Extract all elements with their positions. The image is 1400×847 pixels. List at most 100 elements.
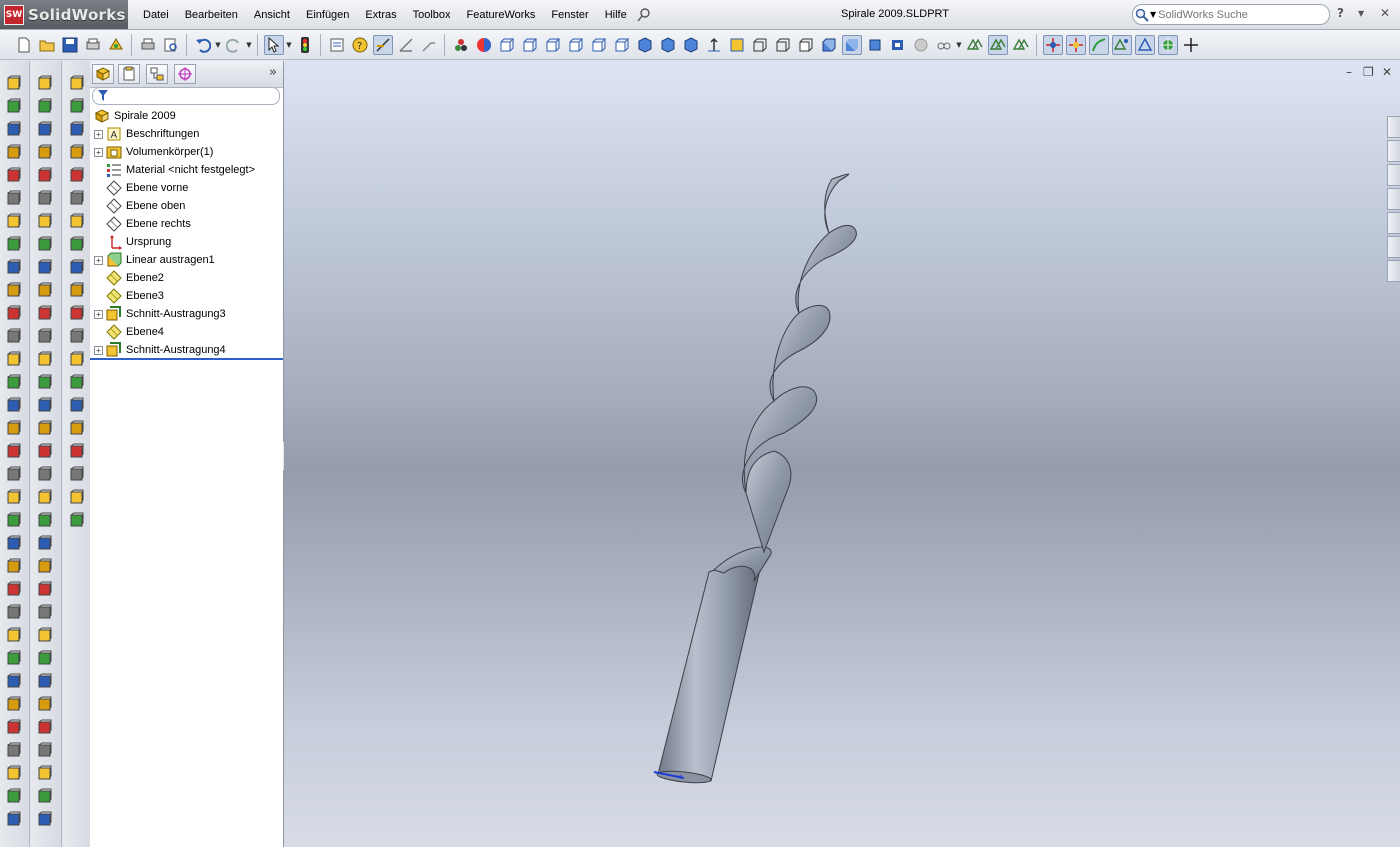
rectangle-tool-icon[interactable] (35, 809, 55, 829)
new-document-icon[interactable] (14, 35, 34, 55)
view-front-icon[interactable] (497, 35, 517, 55)
fillet-icon[interactable] (4, 441, 24, 461)
trim-tool-icon[interactable] (35, 464, 55, 484)
extruded-cut-icon[interactable] (4, 625, 24, 645)
menu-featureworks[interactable]: FeatureWorks (459, 9, 544, 21)
mate-reference-icon[interactable] (67, 280, 87, 300)
tab-featuremanager[interactable] (92, 64, 114, 84)
axis-tool-icon[interactable] (67, 326, 87, 346)
view-isometric-icon[interactable] (635, 35, 655, 55)
extruded-cut-icon[interactable] (4, 395, 24, 415)
tree-node[interactable]: + Linear austragen1 (94, 251, 215, 269)
expand-toggle-icon[interactable]: + (94, 309, 103, 319)
shell-icon[interactable] (4, 257, 24, 277)
tree-node[interactable]: Ebene vorne (94, 179, 188, 197)
view-planes-icon[interactable] (965, 35, 985, 55)
search-box[interactable]: ▼ (1132, 4, 1330, 25)
coordinate-system-icon[interactable] (67, 234, 87, 254)
undo-dropdown-icon[interactable]: ▼ (214, 41, 222, 49)
shell-icon[interactable] (4, 717, 24, 737)
fillet-icon[interactable] (4, 671, 24, 691)
tree-node[interactable]: Ebene4 (94, 323, 164, 341)
view-top-icon[interactable] (589, 35, 609, 55)
smart-dimension-icon[interactable] (372, 34, 393, 55)
redo-icon[interactable] (224, 35, 244, 55)
expand-toggle-icon[interactable]: + (94, 345, 103, 355)
help-dropdown-icon[interactable]: ▼ (1358, 9, 1364, 18)
chamfer-icon[interactable] (4, 694, 24, 714)
revolve-boss-icon[interactable] (4, 786, 24, 806)
extrude-boss-icon[interactable] (4, 303, 24, 323)
expand-toggle-icon[interactable]: + (94, 147, 103, 157)
hidden-lines-removed-icon[interactable] (796, 35, 816, 55)
mirror-tool-icon[interactable] (35, 717, 55, 737)
revolve-boss-icon[interactable] (4, 326, 24, 346)
view-dimetric-icon[interactable] (681, 35, 701, 55)
help-button[interactable]: ? (1337, 6, 1344, 20)
spline-tool-icon[interactable] (35, 418, 55, 438)
save-icon[interactable] (60, 35, 80, 55)
menu-hilfe[interactable]: Hilfe (597, 9, 635, 21)
view-origins-icon[interactable] (1042, 34, 1063, 55)
tree-filter-input[interactable] (92, 87, 280, 105)
coordinate-system-icon[interactable] (67, 464, 87, 484)
mirror-tool-icon[interactable] (35, 487, 55, 507)
trim-tool-icon[interactable] (35, 234, 55, 254)
arc-tool-icon[interactable] (35, 165, 55, 185)
draft-icon[interactable] (4, 740, 24, 760)
menu-toolbox[interactable]: Toolbox (405, 9, 459, 21)
tree-node[interactable]: + A Beschriftungen (94, 125, 199, 143)
tree-node[interactable]: Ebene oben (94, 197, 185, 215)
loft-boss-icon[interactable] (4, 372, 24, 392)
sketch-icon[interactable] (419, 35, 439, 55)
help-question-icon[interactable]: ? (350, 35, 370, 55)
sketch-tool-icon[interactable] (35, 763, 55, 783)
expand-toggle-icon[interactable]: + (94, 255, 103, 265)
shadows-icon[interactable] (865, 35, 885, 55)
chamfer-icon[interactable] (4, 234, 24, 254)
arc-tool-icon[interactable] (35, 625, 55, 645)
sketch-tool-icon[interactable] (35, 303, 55, 323)
circle-tool-icon[interactable] (35, 602, 55, 622)
search-icon[interactable] (1135, 8, 1149, 22)
solidworks-logo[interactable]: SW SolidWorks (0, 0, 128, 29)
offset-tool-icon[interactable] (35, 280, 55, 300)
rollback-bar[interactable] (90, 358, 283, 360)
properties-icon[interactable] (327, 35, 347, 55)
menu-einfuegen[interactable]: Einfügen (298, 9, 357, 21)
select-pointer-icon[interactable] (263, 34, 284, 55)
tree-node[interactable]: + Schnitt-Austragung4 (94, 341, 226, 359)
traffic-light-icon[interactable] (295, 35, 315, 55)
rebuild-icon[interactable] (106, 35, 126, 55)
tree-node[interactable]: Ebene2 (94, 269, 164, 287)
point-ref-icon[interactable] (67, 487, 87, 507)
expand-panel-icon[interactable]: » (269, 65, 277, 80)
graphics-area[interactable]: – ❐ ✕ * (284, 61, 1400, 847)
mate-reference-icon[interactable] (67, 165, 87, 185)
view-coordinate-systems-icon[interactable] (1065, 34, 1086, 55)
loft-boss-icon[interactable] (4, 602, 24, 622)
revolve-boss-icon[interactable] (4, 96, 24, 116)
search-input[interactable] (1156, 8, 1319, 21)
print-preview-icon[interactable] (161, 35, 181, 55)
spline-tool-icon[interactable] (35, 188, 55, 208)
tree-node[interactable]: Material <nicht festgelegt> (94, 161, 255, 179)
sweep-boss-icon[interactable] (4, 809, 24, 829)
circle-tool-icon[interactable] (35, 142, 55, 162)
pin-menu-icon[interactable] (637, 7, 651, 22)
tree-node[interactable]: Ebene rechts (94, 215, 191, 233)
extrude-boss-icon[interactable] (4, 763, 24, 783)
display-style-icon[interactable] (451, 35, 471, 55)
coordinate-system-icon[interactable] (67, 119, 87, 139)
shaded-icon[interactable] (841, 34, 862, 55)
offset-tool-icon[interactable] (35, 740, 55, 760)
expand-toggle-icon[interactable]: + (94, 129, 103, 139)
line-tool-icon[interactable] (35, 326, 55, 346)
point-tool-icon[interactable] (35, 211, 55, 231)
single-view-icon[interactable] (727, 35, 747, 55)
mirror-tool-icon[interactable] (35, 257, 55, 277)
view-sketch-relations-icon[interactable] (1157, 34, 1178, 55)
trim-tool-icon[interactable] (35, 694, 55, 714)
undo-icon[interactable] (193, 35, 213, 55)
sweep-boss-icon[interactable] (4, 579, 24, 599)
